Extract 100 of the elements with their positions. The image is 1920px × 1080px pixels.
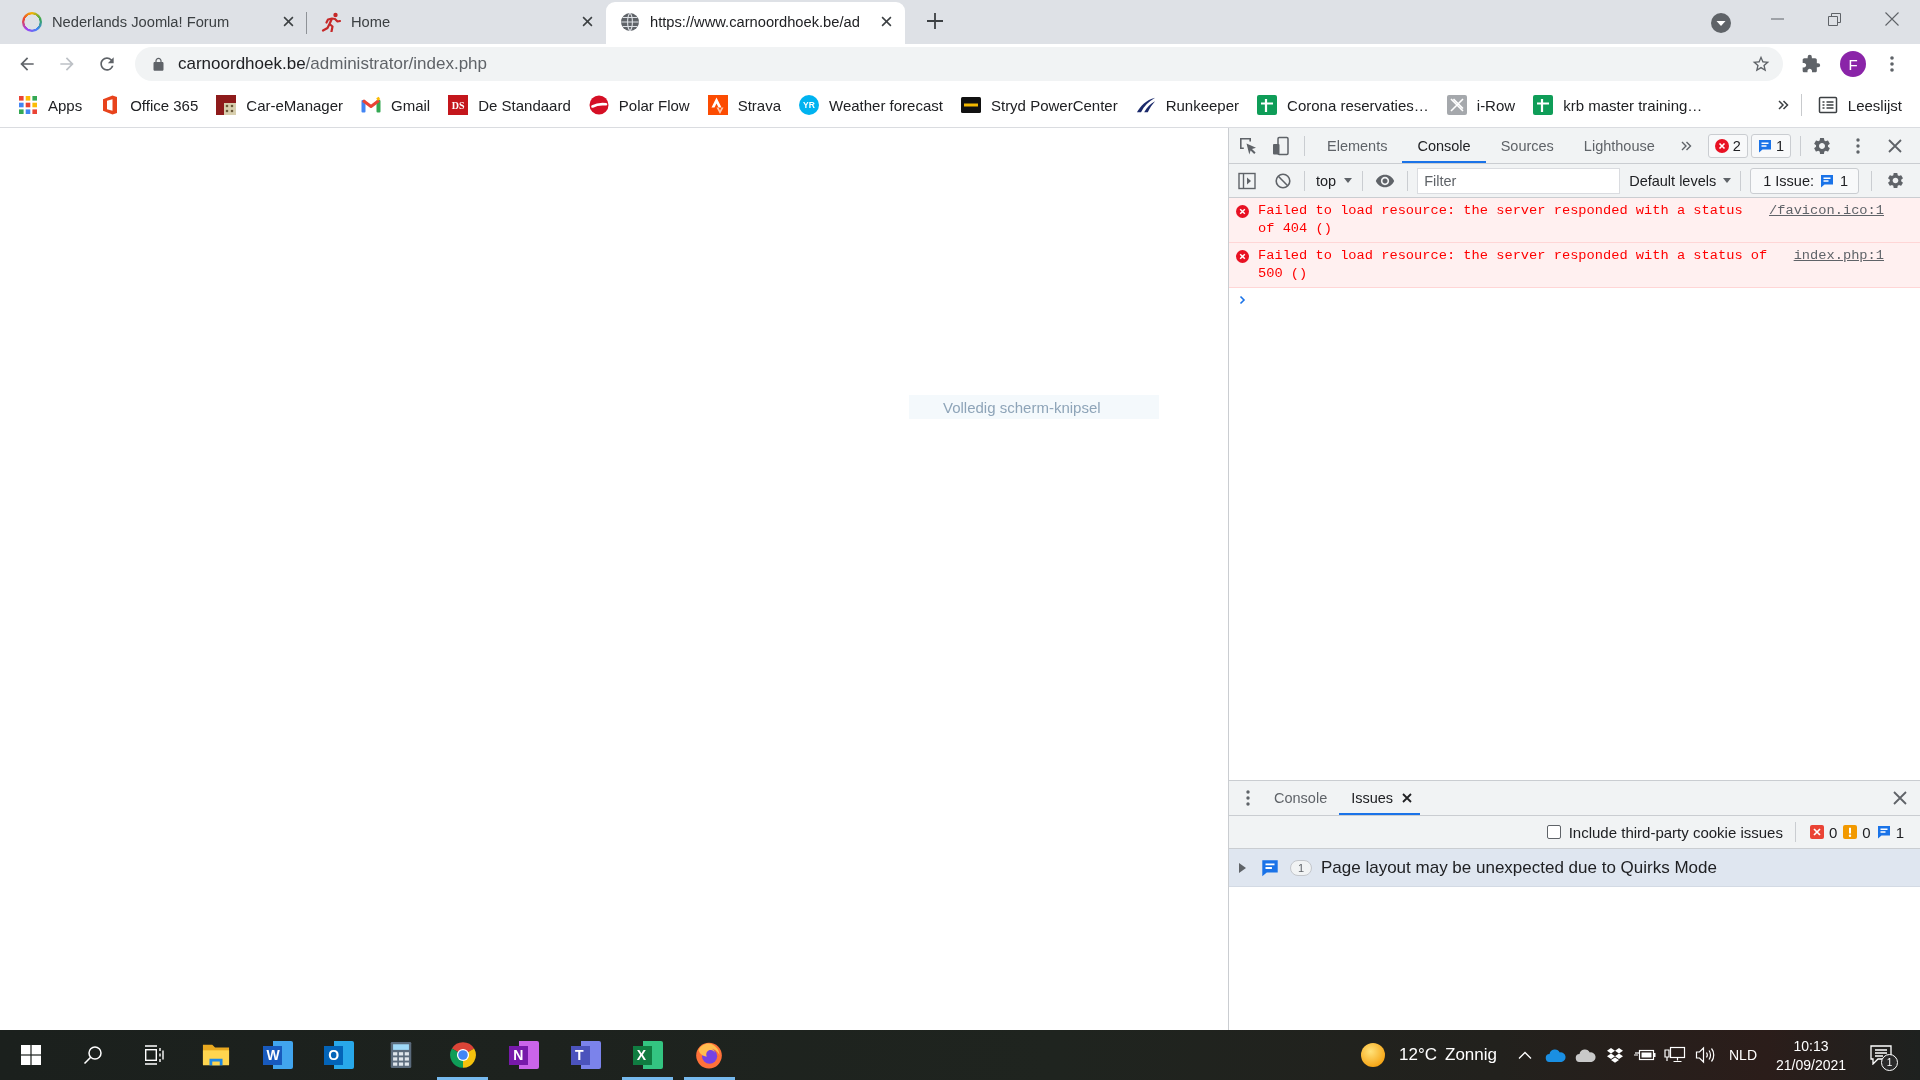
- filter-field[interactable]: Filter: [1417, 167, 1621, 194]
- levels-dropdown[interactable]: Default levels: [1629, 172, 1732, 189]
- source-link[interactable]: /favicon.ico:1: [1769, 202, 1884, 220]
- apps-grid-icon: [18, 95, 38, 115]
- drawer-tab[interactable]: Console: [1262, 781, 1340, 815]
- url-text[interactable]: carnoordhoek.be/administrator/index.php: [178, 54, 488, 74]
- chevron-up-icon[interactable]: [1518, 1051, 1532, 1059]
- bookmark[interactable]: Polar Flow: [580, 89, 698, 121]
- issues-button[interactable]: 1 Issue: 1: [1750, 167, 1860, 194]
- cloud-icon[interactable]: [1544, 1048, 1566, 1062]
- bookmark[interactable]: Runkeeper: [1127, 89, 1248, 121]
- reading-list-button[interactable]: Leeslijst: [1809, 89, 1910, 121]
- message-count-button[interactable]: 1: [1750, 133, 1791, 158]
- close-icon[interactable]: [881, 16, 892, 27]
- devtools-tab[interactable]: Elements: [1312, 128, 1403, 163]
- sidebar-toggle-icon[interactable]: [1238, 171, 1256, 190]
- bookmark[interactable]: Gmail: [353, 89, 439, 121]
- issue-count: 1: [1895, 823, 1904, 841]
- double-chevron-icon[interactable]: [1776, 99, 1789, 111]
- message-icon: [1757, 138, 1772, 153]
- notification-icon[interactable]: [1870, 1045, 1892, 1065]
- menu-icon[interactable]: [1246, 790, 1250, 806]
- profile-avatar[interactable]: F: [1840, 51, 1866, 77]
- browser-icon[interactable]: [448, 1041, 477, 1069]
- restore-icon[interactable]: [1828, 12, 1841, 26]
- browser-tab[interactable]: Home: [307, 2, 606, 44]
- bookmark[interactable]: Office 365: [92, 89, 207, 121]
- drawer-tab[interactable]: Issues: [1339, 781, 1421, 815]
- bookmark[interactable]: i-Row: [1438, 89, 1524, 121]
- caret-icon: [1344, 178, 1353, 183]
- bookmark[interactable]: DS De Standaard: [440, 89, 579, 121]
- context-selector[interactable]: top: [1316, 172, 1353, 189]
- issue-count: 0: [1862, 823, 1871, 841]
- app-logo[interactable]: N: [509, 1041, 540, 1069]
- app-logo[interactable]: O: [324, 1041, 355, 1069]
- message-icon: [1876, 825, 1891, 839]
- caret-icon: [1723, 178, 1732, 183]
- bookmark[interactable]: Strava: [699, 89, 789, 121]
- runner-icon: [321, 11, 341, 32]
- app-logo[interactable]: T: [571, 1041, 602, 1069]
- search-icon[interactable]: [82, 1045, 103, 1065]
- battery-icon[interactable]: [1634, 1048, 1656, 1062]
- chevron-tile-icon: [707, 95, 728, 115]
- issue-title: Page layout may be unexpected due to Quirks Mode: [1321, 857, 1717, 878]
- expand-triangle-icon[interactable]: [1239, 862, 1246, 873]
- site-logo: YR: [799, 95, 819, 115]
- speaker-icon[interactable]: [1695, 1046, 1715, 1064]
- occurrence-count: 1: [1290, 859, 1312, 876]
- checkbox[interactable]: [1546, 825, 1561, 839]
- clear-console-icon[interactable]: [1275, 172, 1291, 189]
- prompt-chevron-icon: [1239, 295, 1246, 305]
- cloud-icon[interactable]: [1574, 1048, 1596, 1062]
- plus-icon[interactable]: [926, 12, 944, 30]
- flame-globe-icon[interactable]: [695, 1041, 724, 1069]
- app-logo[interactable]: W: [262, 1041, 293, 1069]
- bookmark[interactable]: Apps: [10, 89, 91, 121]
- bookmark[interactable]: YR Weather forecast: [791, 89, 951, 121]
- checkbox-label[interactable]: Include third-party cookie issues: [1568, 823, 1783, 841]
- warning-icon: [1843, 825, 1858, 839]
- menu-icon[interactable]: [1855, 137, 1860, 154]
- bookmark[interactable]: Stryd PowerCenter: [952, 89, 1126, 121]
- inspect-element-icon[interactable]: [1238, 135, 1258, 156]
- network-icon[interactable]: [1664, 1046, 1686, 1064]
- bookmark[interactable]: Car-eManager: [208, 89, 352, 121]
- error-icon: [1809, 825, 1824, 839]
- language-indicator[interactable]: NLD: [1720, 1047, 1766, 1063]
- double-chevron-icon[interactable]: [1679, 139, 1692, 152]
- close-icon[interactable]: [1402, 793, 1413, 803]
- device-toolbar-icon[interactable]: [1271, 135, 1291, 156]
- puzzle-icon[interactable]: [1801, 54, 1821, 74]
- clock-time[interactable]: 10:13: [1793, 1037, 1829, 1054]
- app-logo[interactable]: X: [632, 1041, 663, 1069]
- error-count-button[interactable]: 2: [1707, 133, 1748, 158]
- list-icon: [1817, 95, 1838, 115]
- settings-icon[interactable]: [1886, 171, 1906, 190]
- weather-widget[interactable]: 12°C Zonnig: [1361, 1043, 1497, 1067]
- devtools-tab[interactable]: Sources: [1485, 128, 1569, 163]
- star-icon[interactable]: [1751, 54, 1771, 74]
- diamonds-icon[interactable]: [1606, 1047, 1624, 1063]
- close-icon[interactable]: [582, 16, 593, 27]
- task-view-icon[interactable]: [143, 1045, 166, 1065]
- browser-tab[interactable]: https://www.carnoordhoek.be/ad: [606, 2, 905, 44]
- issue-row[interactable]: 1 Page layout may be unexpected due to Quirks Mode: [1229, 849, 1920, 887]
- dropdown-icon[interactable]: [1711, 13, 1731, 33]
- mail-icon: [361, 95, 382, 115]
- bookmark[interactable]: Corona reservaties…: [1249, 89, 1437, 121]
- source-link[interactable]: index.php:1: [1793, 247, 1884, 265]
- devtools-tab[interactable]: Console: [1402, 128, 1486, 163]
- bookmark[interactable]: krb master training…: [1525, 89, 1711, 121]
- lock-icon[interactable]: [151, 56, 166, 72]
- reload-icon[interactable]: [97, 54, 117, 74]
- settings-icon[interactable]: [1811, 135, 1832, 156]
- start-menu-icon[interactable]: [20, 1045, 41, 1065]
- devtools-tab[interactable]: Lighthouse: [1568, 128, 1670, 163]
- address-bar[interactable]: carnoordhoek.be/administrator/index.php: [135, 47, 1783, 81]
- close-icon[interactable]: [283, 16, 294, 27]
- menu-icon[interactable]: [1890, 56, 1894, 72]
- browser-tab[interactable]: Nederlands Joomla! Forum: [8, 2, 307, 44]
- clock-date[interactable]: 21/09/2021: [1775, 1056, 1847, 1073]
- message-icon: [1261, 858, 1279, 877]
